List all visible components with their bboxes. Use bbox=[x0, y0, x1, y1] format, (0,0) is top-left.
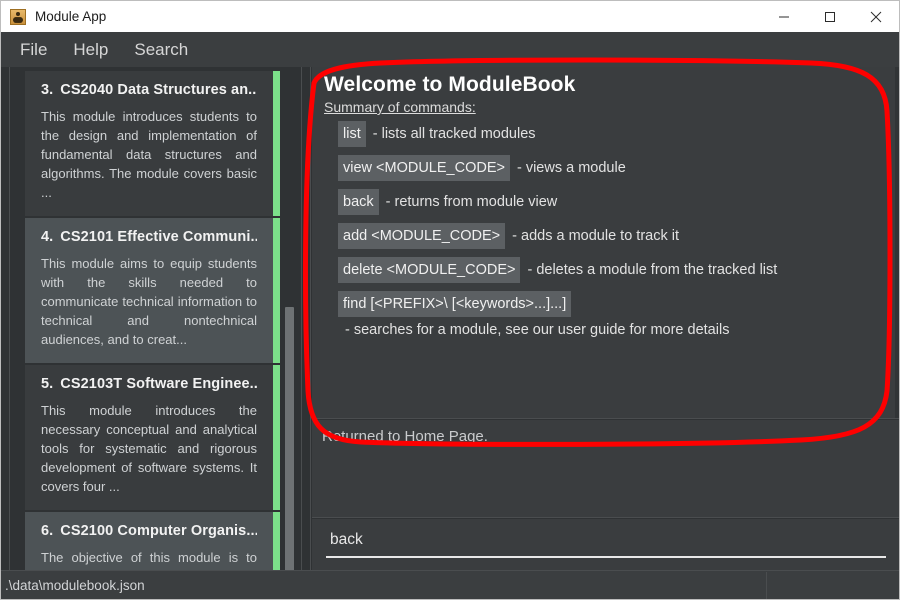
window-controls bbox=[761, 1, 899, 32]
page-title: Welcome to ModuleBook bbox=[324, 73, 576, 96]
command-description: - returns from module view bbox=[385, 194, 558, 210]
person-icon bbox=[10, 8, 26, 25]
module-card-description: This module introduces students to the d… bbox=[41, 109, 257, 200]
app-window: Module App File Help Search 3. CS2040 Da… bbox=[0, 0, 900, 600]
close-icon[interactable] bbox=[853, 1, 899, 32]
list-item[interactable]: 3. CS2040 Data Structures an... This modu… bbox=[25, 71, 280, 216]
module-card-name: CS2101 Effective Communi... bbox=[60, 229, 257, 245]
maximize-icon[interactable] bbox=[807, 1, 853, 32]
module-card-title: 4. CS2101 Effective Communi... bbox=[41, 229, 257, 245]
summary-label: Summary of commands: bbox=[324, 99, 476, 115]
command-box-panel bbox=[312, 519, 899, 572]
module-card-index: 5. bbox=[41, 376, 54, 392]
module-card-description: This module introduces the necessary con… bbox=[41, 403, 257, 494]
module-card-name: CS2040 Data Structures an... bbox=[60, 82, 257, 98]
status-message-panel: Returned to Home Page. bbox=[312, 420, 899, 518]
module-card-title: 6. CS2100 Computer Organis... bbox=[41, 523, 257, 539]
command-chip-find: find [<PREFIX>\ [<keywords>...]...] bbox=[338, 291, 572, 317]
module-card-title: 3. CS2040 Data Structures an... bbox=[41, 82, 257, 98]
command-description: - searches for a module, see our user gu… bbox=[345, 322, 730, 338]
title-bar: Module App bbox=[1, 1, 899, 32]
status-bar: .\data\modulebook.json bbox=[1, 570, 899, 599]
command-chip-delete: delete <MODULE_CODE> bbox=[338, 257, 521, 283]
module-card-description: This module aims to equip students with … bbox=[41, 256, 257, 347]
module-card-title: 5. CS2103T Software Enginee... bbox=[41, 376, 257, 392]
command-chip-back: back bbox=[338, 189, 379, 215]
command-summary-row: list - lists all tracked modules bbox=[338, 121, 888, 147]
command-chip-add: add <MODULE_CODE> bbox=[338, 223, 506, 249]
panel-splitter[interactable] bbox=[301, 67, 311, 572]
status-message: Returned to Home Page. bbox=[322, 428, 488, 445]
window-title: Module App bbox=[35, 9, 107, 24]
content-area: 3. CS2040 Data Structures an... This modu… bbox=[1, 67, 899, 572]
status-bar-divider bbox=[766, 572, 767, 599]
menu-bar: File Help Search bbox=[1, 32, 899, 67]
module-card-index: 4. bbox=[41, 229, 54, 245]
list-item[interactable]: 4. CS2101 Effective Communi... This modul… bbox=[25, 218, 280, 363]
command-summary-row: add <MODULE_CODE> - adds a module to tra… bbox=[338, 223, 888, 249]
right-panel: Welcome to ModuleBook Summary of command… bbox=[312, 67, 899, 572]
command-chip-list: list bbox=[338, 121, 366, 147]
list-item[interactable]: 5. CS2103T Software Enginee... This modul… bbox=[25, 365, 280, 510]
list-item[interactable]: 6. CS2100 Computer Organis... The objecti… bbox=[25, 512, 280, 572]
command-description: - deletes a module from the tracked list bbox=[527, 262, 778, 278]
module-list: 3. CS2040 Data Structures an... This modu… bbox=[25, 71, 280, 572]
command-description: - lists all tracked modules bbox=[372, 126, 536, 142]
minimize-icon[interactable] bbox=[761, 1, 807, 32]
command-chip-view: view <MODULE_CODE> bbox=[338, 155, 510, 181]
module-card-name: CS2103T Software Enginee... bbox=[60, 376, 257, 392]
result-display-panel: Welcome to ModuleBook Summary of command… bbox=[312, 67, 899, 419]
menu-item-search[interactable]: Search bbox=[121, 32, 201, 67]
command-summary-row: find [<PREFIX>\ [<keywords>...]...] - se… bbox=[338, 291, 888, 343]
menu-item-help[interactable]: Help bbox=[60, 32, 121, 67]
command-summary-row: delete <MODULE_CODE> - deletes a module … bbox=[338, 257, 888, 283]
module-list-scrollbar-thumb[interactable] bbox=[285, 307, 294, 572]
command-summary-row: back - returns from module view bbox=[338, 189, 888, 215]
module-card-description: The objective of this module is to famil… bbox=[41, 550, 257, 572]
module-list-panel: 3. CS2040 Data Structures an... This modu… bbox=[9, 67, 301, 572]
save-location-path: .\data\modulebook.json bbox=[5, 577, 145, 593]
module-card-index: 6. bbox=[41, 523, 54, 539]
command-description: - views a module bbox=[516, 160, 626, 176]
command-description: - adds a module to track it bbox=[512, 228, 679, 244]
module-card-index: 3. bbox=[41, 82, 54, 98]
command-summary-row: view <MODULE_CODE> - views a module bbox=[338, 155, 888, 181]
command-input[interactable] bbox=[326, 529, 886, 558]
title-bar-left: Module App bbox=[1, 8, 761, 25]
menu-item-file[interactable]: File bbox=[7, 32, 60, 67]
module-card-name: CS2100 Computer Organis... bbox=[60, 523, 257, 539]
result-scrollbar[interactable] bbox=[895, 67, 899, 418]
